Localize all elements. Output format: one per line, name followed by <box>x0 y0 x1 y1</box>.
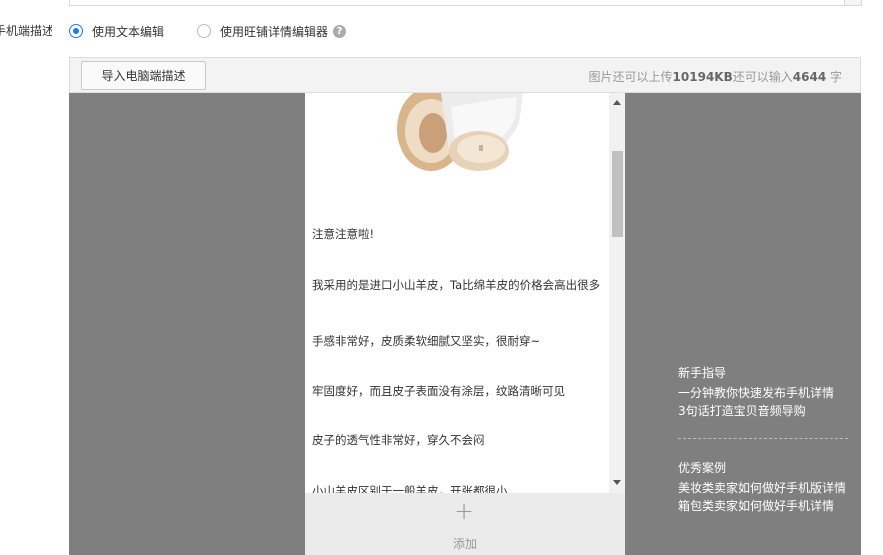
field-edge <box>844 0 861 5</box>
quota-suffix: 字 <box>826 70 842 84</box>
phone-preview[interactable]: 注意注意啦! 我采用的是进口小山羊皮，Ta比绵羊皮的价格会高出很多 手感非常好，… <box>305 93 625 493</box>
paragraph-6: 小山羊皮区别于一般羊皮，开张都很小 <box>312 484 508 493</box>
quota-mid: 还可以输入 <box>732 70 793 84</box>
phone-content: 注意注意啦! 我采用的是进口小山羊皮，Ta比绵羊皮的价格会高出很多 手感非常好，… <box>305 93 609 493</box>
quota-chars: 4644 <box>792 70 827 84</box>
cases-title: 优秀案例 <box>678 461 727 475</box>
case-link-1[interactable]: 美妆类卖家如何做好手机版详情 <box>678 479 858 497</box>
scroll-up-icon[interactable] <box>613 100 621 105</box>
scroll-thumb[interactable] <box>612 151 623 237</box>
radio-text-editor[interactable]: 使用文本编辑 <box>69 22 164 40</box>
scroll-down-icon[interactable] <box>613 480 621 485</box>
radio-shop-editor[interactable]: 使用旺铺详情编辑器 ? <box>197 22 347 40</box>
guide-title: 新手指导 <box>678 366 727 380</box>
help-side-panel: 新手指导 一分钟教你快速发布手机详情 3句话打造宝贝音频导购 优秀案例 美妆类卖… <box>678 364 858 515</box>
paragraph-2: 我采用的是进口小山羊皮，Ta比绵羊皮的价格会高出很多 <box>312 278 601 292</box>
paragraph-3: 手感非常好，皮质柔软细腻又坚实，很耐穿~ <box>312 334 541 348</box>
divider <box>678 438 848 439</box>
case-link-2[interactable]: 箱包类卖家如何做好手机详情 <box>678 497 858 515</box>
editor-toolbar: 导入电脑端描述 图片还可以上传10194KB还可以输入4644 字 <box>69 57 861 93</box>
import-desktop-description-button[interactable]: 导入电脑端描述 <box>81 61 206 90</box>
quota-prefix: 图片还可以上传 <box>588 70 673 84</box>
radio-button-unchecked[interactable] <box>197 24 211 38</box>
help-icon[interactable]: ? <box>333 24 347 38</box>
guide-link-2[interactable]: 3句话打造宝贝音频导购 <box>678 402 858 420</box>
paragraph-4: 牢固度好，而且皮子表面没有涂层，纹路清晰可见 <box>312 384 565 398</box>
add-module-button[interactable]: + 添加 <box>305 493 625 555</box>
plus-icon: + <box>454 497 475 525</box>
radio-label-shop-editor: 使用旺铺详情编辑器 <box>220 24 329 39</box>
upload-quota-text: 图片还可以上传10194KB还可以输入4644 字 <box>589 68 842 85</box>
previous-input-field[interactable] <box>69 0 862 6</box>
paragraph-1: 注意注意啦! <box>312 227 375 241</box>
radio-button-checked[interactable] <box>69 24 83 38</box>
paragraph-5: 皮子的透气性非常好，穿久不会闷 <box>312 433 485 447</box>
mobile-description-label: 手机端描述 <box>0 24 52 38</box>
add-label: 添加 <box>452 537 477 551</box>
radio-label-text-editor: 使用文本编辑 <box>92 24 165 39</box>
quota-image-kb: 10194KB <box>672 70 733 84</box>
editor-canvas: 注意注意啦! 我采用的是进口小山羊皮，Ta比绵羊皮的价格会高出很多 手感非常好，… <box>69 93 861 555</box>
headphone-image[interactable] <box>383 93 523 183</box>
guide-link-1[interactable]: 一分钟教你快速发布手机详情 <box>678 384 858 402</box>
phone-scrollbar[interactable] <box>609 93 625 493</box>
